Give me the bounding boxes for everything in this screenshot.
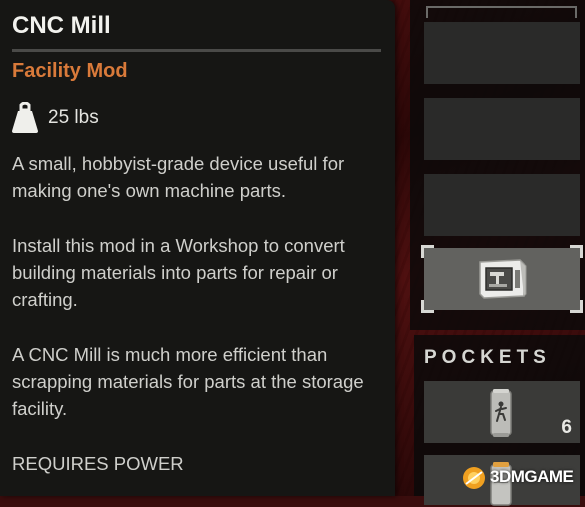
item-tooltip: CNC Mill Facility Mod 25 lbs A small, ho…	[0, 0, 395, 496]
inventory-slot-2[interactable]	[424, 98, 580, 160]
watermark-logo-icon	[463, 467, 485, 489]
selection-corner	[421, 245, 434, 258]
item-category: Facility Mod	[12, 60, 128, 82]
inventory-slot-1[interactable]	[424, 22, 580, 84]
inventory-column	[410, 0, 585, 330]
cnc-mill-icon	[479, 259, 527, 299]
item-description-1: A small, hobbyist-grade device useful fo…	[12, 153, 345, 201]
site-watermark: 3DMGAME	[460, 462, 585, 492]
item-description-2: Install this mod in a Workshop to conver…	[12, 235, 345, 310]
item-title: CNC Mill	[12, 12, 111, 39]
inventory-slot-selected[interactable]	[421, 245, 583, 313]
item-count: 6	[561, 417, 572, 438]
inventory-top-frame	[426, 6, 577, 18]
weight-icon	[12, 102, 38, 133]
item-weight: 25 lbs	[48, 107, 99, 128]
item-requirement: REQUIRES POWER	[12, 453, 184, 474]
selection-corner	[421, 300, 434, 313]
item-description-3: A CNC Mill is much more efficient than s…	[12, 344, 364, 419]
selection-corner	[570, 300, 583, 313]
selection-corner	[570, 245, 583, 258]
pockets-title: POCKETS	[424, 347, 551, 368]
inventory-slot-3[interactable]	[424, 174, 580, 236]
energy-drink-can-icon	[490, 389, 512, 437]
watermark-text: 3DMGAME	[490, 467, 574, 486]
pocket-slot-1[interactable]: 6	[424, 381, 580, 443]
title-divider	[12, 49, 381, 52]
